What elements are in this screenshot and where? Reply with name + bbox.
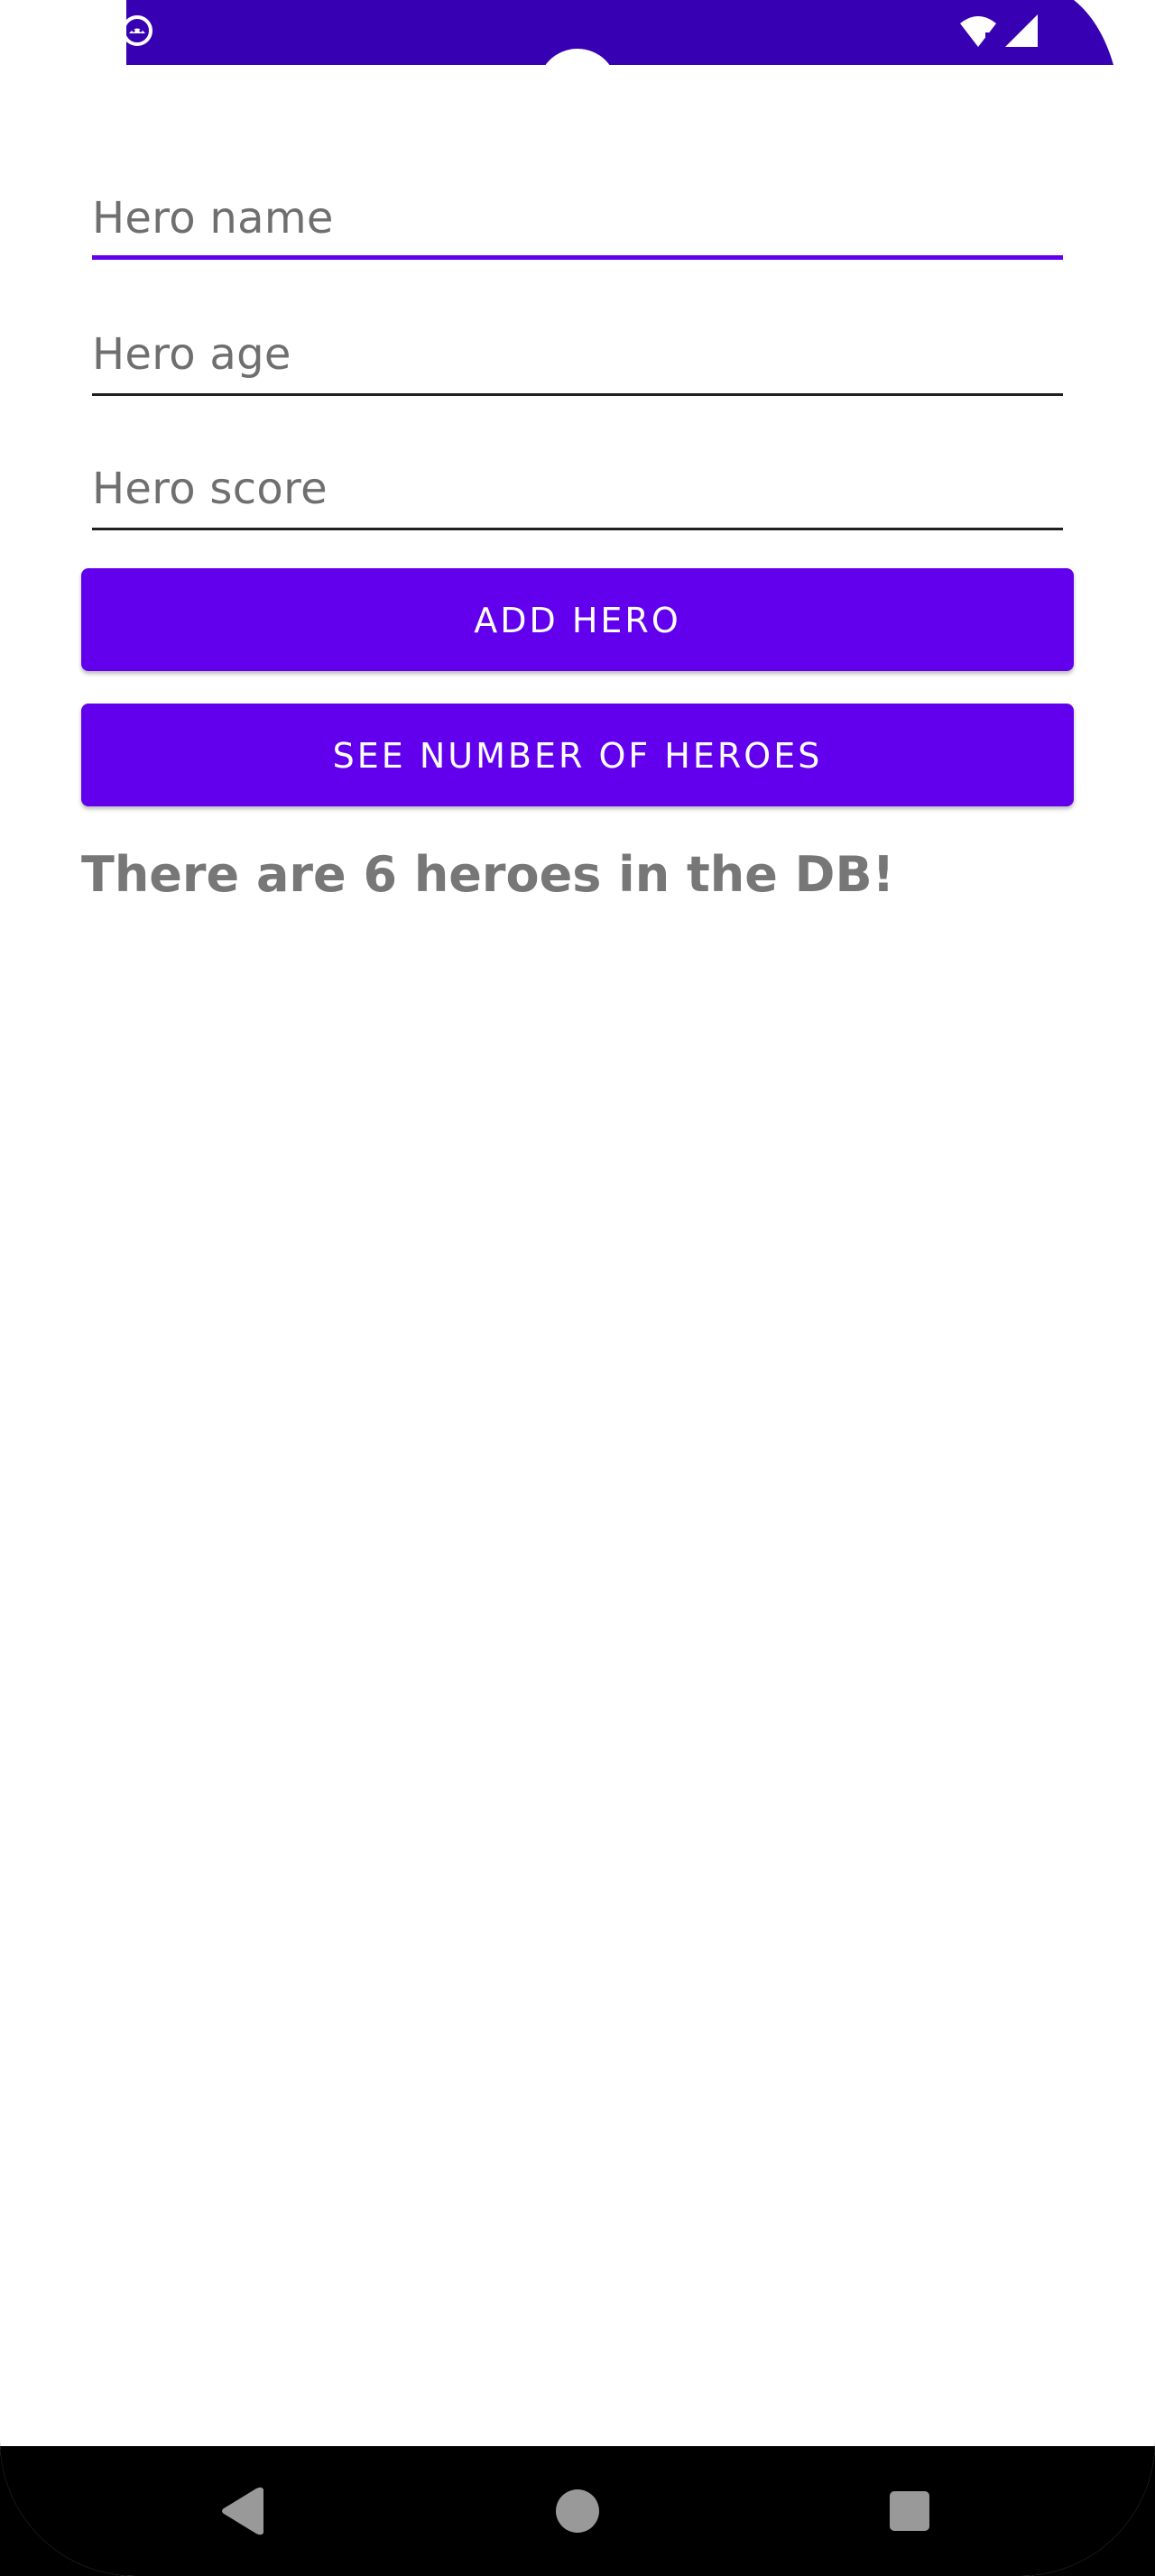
home-circle-icon[interactable] [556,2489,599,2533]
hero-age-input[interactable]: Hero age [92,306,1063,396]
hero-count-message: There are 6 heroes in the DB! [81,846,895,903]
app-screen: 02 Hero name Hero age Hero score ADD HER… [0,0,1155,2576]
hero-name-input[interactable]: Hero name [92,170,1063,260]
hero-score-underline [92,528,1063,530]
android-robot-icon [122,15,152,46]
status-time: 02 [20,13,60,51]
hero-age-underline [92,393,1063,396]
hero-score-placeholder: Hero score [92,464,328,514]
hero-name-underline [92,255,1063,260]
add-hero-button[interactable]: ADD HERO [81,568,1074,671]
screen-corner-right [1074,0,1155,65]
back-triangle-icon[interactable] [220,2486,265,2536]
see-number-of-heroes-button[interactable]: SEE NUMBER OF HEROES [81,704,1074,806]
wifi-icon [960,16,996,47]
cell-signal-icon [1005,14,1038,47]
hero-name-placeholder: Hero name [92,193,334,244]
recents-square-icon[interactable] [890,2491,929,2531]
screen-corner-left [0,0,32,65]
hero-score-input[interactable]: Hero score [92,440,1063,530]
hero-age-placeholder: Hero age [92,329,291,380]
camera-cutout [538,49,617,128]
